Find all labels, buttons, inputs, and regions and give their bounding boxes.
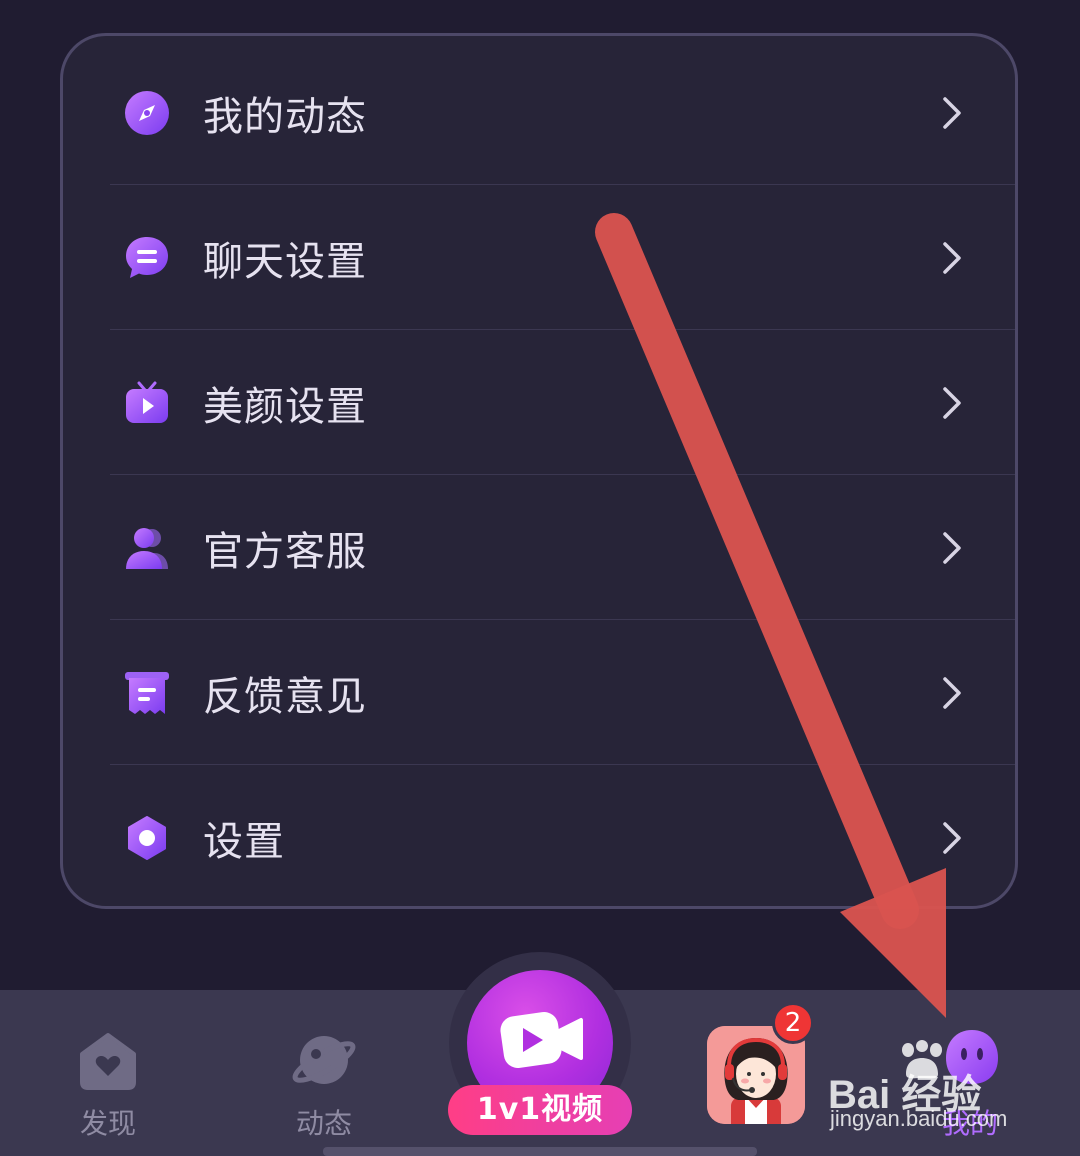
menu-item-label: 我的动态 <box>203 93 367 140</box>
chevron-right-icon <box>943 531 961 564</box>
message-count-badge: 2 <box>772 1002 814 1044</box>
menu-item-my-moments[interactable]: 我的动态 <box>63 40 1015 185</box>
tab-moments[interactable]: 动态 <box>254 990 394 1156</box>
menu-item-label: 官方客服 <box>203 528 367 575</box>
chevron-right-icon <box>943 386 961 419</box>
home-indicator <box>323 1147 757 1156</box>
tv-play-icon <box>123 379 171 427</box>
hexagon-settings-icon <box>123 814 171 862</box>
chevron-right-icon <box>943 241 961 274</box>
video-camera-icon <box>500 1012 583 1068</box>
profile-screen: 我的动态 聊天设置 美颜设置 官方客服 反馈意见 设置 发现 动态 我的 1v1… <box>0 0 1080 1156</box>
menu-item-label: 美颜设置 <box>203 383 367 430</box>
menu-item-settings[interactable]: 设置 <box>63 765 1015 906</box>
chevron-right-icon <box>943 676 961 709</box>
planet-icon <box>292 1036 356 1084</box>
tab-discover[interactable]: 发现 <box>38 990 178 1156</box>
chevron-right-icon <box>943 821 961 854</box>
menu-item-customer-service[interactable]: 官方客服 <box>63 475 1015 620</box>
menu-item-label: 聊天设置 <box>203 238 367 285</box>
menu-item-label: 反馈意见 <box>203 673 367 720</box>
tab-mine[interactable]: 我的 <box>880 990 1060 1156</box>
feedback-icon <box>123 669 171 717</box>
house-heart-icon <box>80 1033 136 1090</box>
chat-bubble-icon <box>123 234 171 282</box>
video-call-label[interactable]: 1v1视频 <box>448 1085 632 1135</box>
menu-item-beauty-settings[interactable]: 美颜设置 <box>63 330 1015 475</box>
menu-item-feedback[interactable]: 反馈意见 <box>63 620 1015 765</box>
tab-label: 我的 <box>941 1107 998 1140</box>
tab-label: 动态 <box>295 1107 352 1140</box>
face-icon <box>946 1030 998 1084</box>
tab-label: 发现 <box>79 1107 136 1140</box>
menu-item-chat-settings[interactable]: 聊天设置 <box>63 185 1015 330</box>
compass-icon <box>123 89 171 137</box>
person-icon <box>123 524 171 572</box>
chevron-right-icon <box>943 96 961 129</box>
settings-menu-card: 我的动态 聊天设置 美颜设置 官方客服 反馈意见 设置 <box>60 33 1018 909</box>
menu-item-label: 设置 <box>203 818 285 865</box>
